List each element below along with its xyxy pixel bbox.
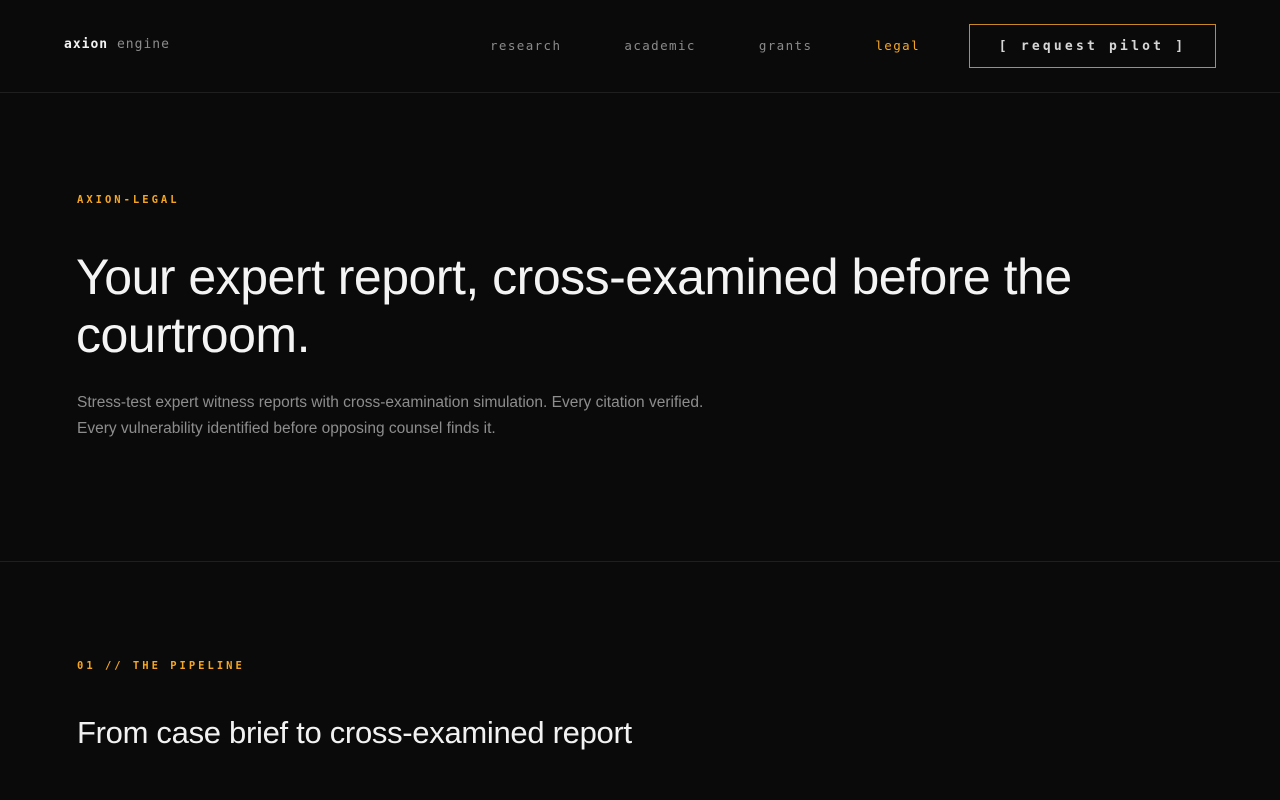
hero-eyebrow: AXION-LEGAL: [77, 194, 180, 206]
hero-subtitle: Stress-test expert witness reports with …: [77, 390, 797, 442]
main-nav: research academic grants legal: [490, 38, 920, 54]
logo[interactable]: axion engine: [64, 37, 170, 53]
nav-link-research[interactable]: research: [490, 38, 561, 54]
nav-link-academic[interactable]: academic: [624, 38, 695, 54]
hero-subtitle-line: Stress-test expert witness reports with …: [77, 394, 704, 411]
request-pilot-button[interactable]: [ request pilot ]: [969, 24, 1216, 68]
section-title: From case brief to cross-examined report: [77, 715, 632, 750]
pipeline-section: 01 // THE PIPELINE From case brief to cr…: [0, 563, 1280, 800]
hero-section: AXION-LEGAL Your expert report, cross-ex…: [0, 94, 1280, 562]
hero-title: Your expert report, cross-examined befor…: [76, 249, 1072, 363]
logo-secondary: engine: [116, 37, 170, 52]
section-label: 01 // THE PIPELINE: [77, 660, 245, 672]
logo-primary: axion: [64, 37, 109, 52]
hero-subtitle-line: Every vulnerability identified before op…: [77, 420, 496, 437]
nav-link-legal[interactable]: legal: [875, 38, 920, 54]
nav-link-grants[interactable]: grants: [759, 38, 813, 54]
site-header: axion engine research academic grants le…: [0, 0, 1280, 93]
